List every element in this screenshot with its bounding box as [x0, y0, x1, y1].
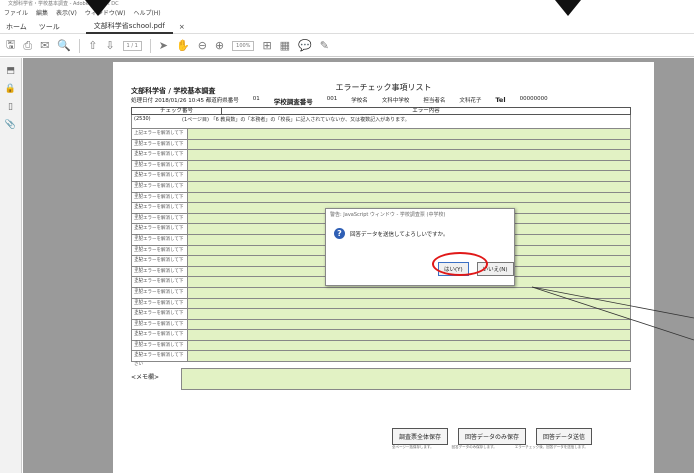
- arrow-pointer-icon: [555, 0, 581, 16]
- callout-lines: [531, 286, 694, 341]
- arrow-pointer-icon: [85, 0, 111, 16]
